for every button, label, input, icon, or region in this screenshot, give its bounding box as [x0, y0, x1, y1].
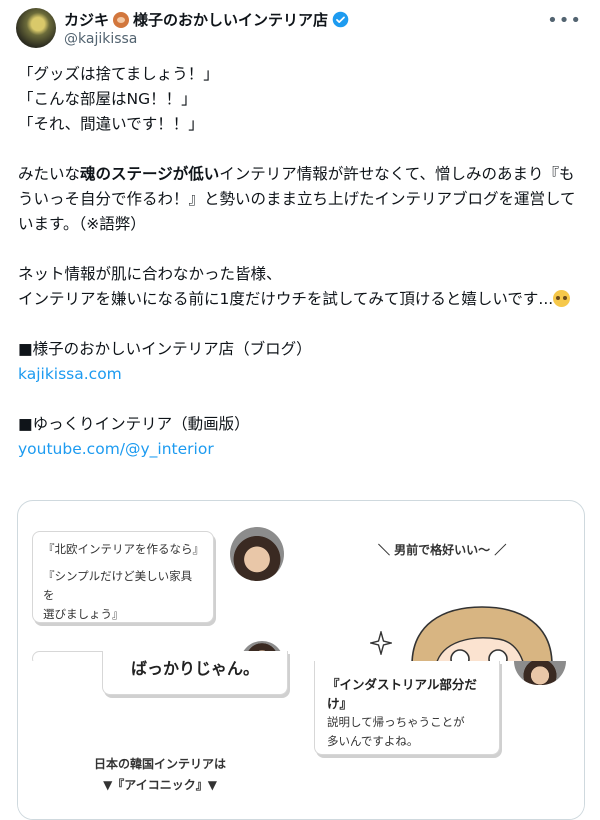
monkey-emoji-icon	[113, 11, 130, 28]
bio-quote-2: 「こんな部屋はNG！！」	[18, 90, 197, 108]
korean-interior-heading: 日本の韓国インテリアは ▼『アイコニック』▼	[94, 757, 227, 792]
more-options-icon[interactable]: •••	[547, 10, 582, 31]
sparkle-icon	[370, 631, 392, 655]
speech-bubble-industrial: 『インダストリアル部分だけ』 説明して帰っちゃうことが 多いんですよね。	[314, 661, 500, 755]
author-name-prefix: カジキ	[64, 11, 110, 29]
author-name-row[interactable]: カジキ 様子のおかしいインテリア店	[64, 9, 349, 30]
bio-paragraph-1: みたいな魂のステージが低いインテリア情報が許せなくて、憎しみのあまり『もういっそ…	[18, 165, 576, 233]
tweet-text: 「グッズは捨てましょう！」 「こんな部屋はNG！！」 「それ、間違いです！！」 …	[18, 62, 584, 462]
attached-image[interactable]: 『北欧インテリアを作るなら』 『シンプルだけど美しい家具を 選びましょう』 ＼ …	[17, 500, 585, 820]
bio-paragraph-2-line-2: インテリアを嫌いになる前に1度だけウチを試してみて頂けると嬉しいです...	[18, 287, 584, 312]
caption-handsome: ＼ 男前で格好いい〜 ／	[378, 543, 507, 557]
speaker-face-icon	[230, 527, 284, 581]
pleading-face-emoji-icon	[553, 290, 571, 307]
blog-heading: ■様子のおかしいインテリア店（ブログ）	[18, 340, 312, 358]
author-name-suffix: 様子のおかしいインテリア店	[133, 11, 329, 29]
video-heading: ■ゆっくりインテリア（動画版）	[18, 415, 250, 433]
author-handle[interactable]: @kajikissa	[64, 31, 137, 47]
speech-bubble-only: ばっかりじゃん。	[102, 651, 288, 695]
bio-quote-3: 「それ、間違いです！！」	[18, 115, 204, 133]
bio-paragraph-2-line-1: ネット情報が肌に合わなかった皆様、	[18, 265, 282, 283]
speech-bubble-nordic: 『北欧インテリアを作るなら』 『シンプルだけど美しい家具を 選びましょう』	[32, 531, 214, 623]
youtube-link[interactable]: youtube.com/@y_interior	[18, 437, 584, 462]
author-avatar[interactable]	[16, 8, 56, 48]
illustrated-person-icon	[411, 606, 553, 665]
verified-badge-icon	[332, 11, 349, 28]
bio-bold-phrase: 魂のステージが低い	[80, 165, 220, 183]
bio-quote-1: 「グッズは捨てましょう！」	[18, 65, 219, 83]
tweet: カジキ 様子のおかしいインテリア店 @kajikissa ••• 「グッズは捨て…	[0, 0, 600, 820]
blog-link[interactable]: kajikissa.com	[18, 362, 584, 387]
